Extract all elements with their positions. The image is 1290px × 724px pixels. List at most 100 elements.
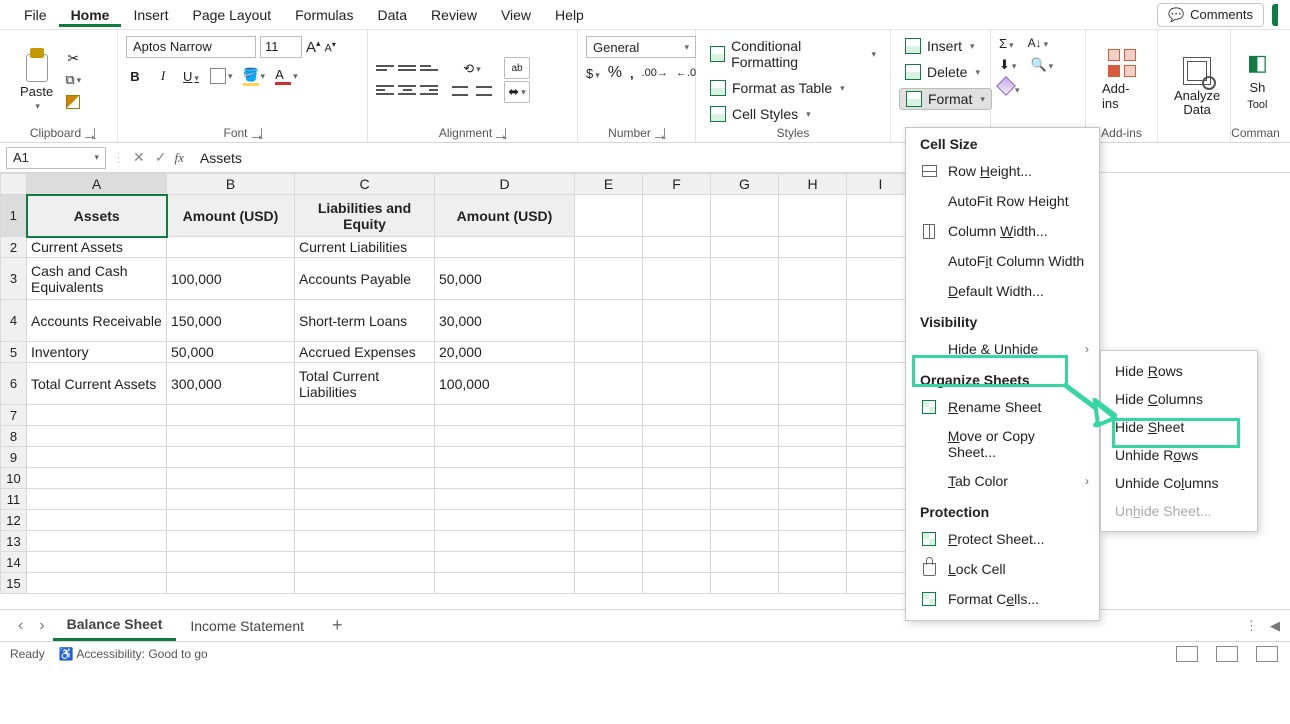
italic-button[interactable]: I: [154, 68, 172, 84]
row-header[interactable]: 14: [1, 552, 27, 573]
row-header[interactable]: 15: [1, 573, 27, 594]
menu-autofit-col[interactable]: AutoFit Column Width: [906, 246, 1099, 276]
cell[interactable]: [643, 531, 711, 552]
cell[interactable]: [779, 405, 847, 426]
copy-button[interactable]: ⧉▾: [63, 70, 83, 90]
cell[interactable]: [27, 552, 167, 573]
cell[interactable]: Total Current Assets: [27, 363, 167, 405]
menu-autofit-row[interactable]: AutoFit Row Height: [906, 186, 1099, 216]
cell[interactable]: [643, 552, 711, 573]
cell[interactable]: [711, 468, 779, 489]
cell[interactable]: Total Current Liabilities: [295, 363, 435, 405]
menu-lock-cell[interactable]: Lock Cell: [906, 554, 1099, 584]
row-header[interactable]: 4: [1, 300, 27, 342]
row-header[interactable]: 8: [1, 426, 27, 447]
submenu-unhide-rows[interactable]: Unhide Rows: [1101, 441, 1271, 469]
submenu-hide-sheet[interactable]: Hide Sheet: [1101, 413, 1271, 441]
cell[interactable]: [711, 447, 779, 468]
menu-page-layout[interactable]: Page Layout: [180, 3, 283, 27]
share-strip[interactable]: [1272, 4, 1278, 26]
autosum-button[interactable]: Σ▾: [999, 36, 1014, 51]
cell[interactable]: 50,000: [435, 258, 575, 300]
menu-format-cells[interactable]: Format Cells...: [906, 584, 1099, 614]
col-header-D[interactable]: D: [435, 174, 575, 195]
cell[interactable]: [435, 573, 575, 594]
cancel-formula-button[interactable]: ✕: [131, 149, 147, 166]
cell[interactable]: [167, 552, 295, 573]
cell[interactable]: Inventory: [27, 342, 167, 363]
font-color-button[interactable]: A▾: [275, 66, 298, 86]
col-header-E[interactable]: E: [575, 174, 643, 195]
wrap-text-button[interactable]: ab: [504, 57, 530, 79]
cell[interactable]: Cash and Cash Equivalents: [27, 258, 167, 300]
row-header[interactable]: 7: [1, 405, 27, 426]
border-button[interactable]: ▾: [210, 66, 233, 86]
cell[interactable]: Current Liabilities: [295, 237, 435, 258]
row-header[interactable]: 11: [1, 489, 27, 510]
sort-filter-button[interactable]: A↓▾: [1028, 36, 1049, 51]
dialog-launcher-icon[interactable]: [655, 128, 665, 138]
cell[interactable]: [575, 447, 643, 468]
row-header[interactable]: 9: [1, 447, 27, 468]
cell[interactable]: [295, 573, 435, 594]
cell[interactable]: [167, 426, 295, 447]
fill-color-button[interactable]: 🪣▾: [243, 66, 266, 86]
sheet-tab-income[interactable]: Income Statement: [176, 612, 318, 640]
cell[interactable]: [711, 405, 779, 426]
cell[interactable]: [27, 405, 167, 426]
menu-row-height[interactable]: Row Height...: [906, 156, 1099, 186]
tab-options-button[interactable]: ⋮: [1245, 618, 1270, 634]
cell[interactable]: 100,000: [435, 363, 575, 405]
col-header-B[interactable]: B: [167, 174, 295, 195]
view-page-layout-button[interactable]: [1216, 646, 1238, 662]
cell[interactable]: [27, 489, 167, 510]
row-header[interactable]: 12: [1, 510, 27, 531]
cell[interactable]: [295, 552, 435, 573]
underline-button[interactable]: U▾: [182, 69, 200, 84]
grow-font-button[interactable]: A▴: [306, 38, 321, 56]
cell[interactable]: Amount (USD): [435, 195, 575, 237]
cell[interactable]: Accounts Payable: [295, 258, 435, 300]
row-header[interactable]: 6: [1, 363, 27, 405]
cell[interactable]: [643, 447, 711, 468]
row-header[interactable]: 1: [1, 195, 27, 237]
cell[interactable]: [27, 447, 167, 468]
col-header-C[interactable]: C: [295, 174, 435, 195]
menu-move-copy[interactable]: Move or Copy Sheet...: [906, 422, 1099, 466]
cell[interactable]: [435, 237, 575, 258]
cell[interactable]: [27, 468, 167, 489]
cell[interactable]: 100,000: [167, 258, 295, 300]
decrease-indent-button[interactable]: [450, 81, 470, 101]
cell[interactable]: [643, 573, 711, 594]
increase-decimal-button[interactable]: .00→: [642, 67, 668, 79]
cell[interactable]: [167, 531, 295, 552]
font-size-select[interactable]: 11: [260, 36, 302, 58]
cell[interactable]: [643, 510, 711, 531]
analyze-data-button[interactable]: Analyze Data: [1166, 57, 1228, 118]
cell[interactable]: [643, 426, 711, 447]
align-bottom-button[interactable]: [420, 59, 438, 77]
cell[interactable]: [779, 552, 847, 573]
menu-home[interactable]: Home: [59, 3, 122, 27]
comma-button[interactable]: ,: [630, 66, 634, 81]
menu-default-width[interactable]: Default Width...: [906, 276, 1099, 306]
cell[interactable]: [711, 510, 779, 531]
row-header[interactable]: 2: [1, 237, 27, 258]
cell[interactable]: [643, 489, 711, 510]
name-box[interactable]: A1▾: [6, 147, 106, 169]
cell[interactable]: [295, 510, 435, 531]
fill-button[interactable]: ⬇▾: [999, 57, 1016, 73]
menu-file[interactable]: File: [12, 3, 59, 27]
comments-button[interactable]: 💬 Comments: [1157, 3, 1264, 27]
cell[interactable]: [779, 489, 847, 510]
select-all-corner[interactable]: [1, 174, 27, 195]
cell[interactable]: Amount (USD): [167, 195, 295, 237]
align-middle-button[interactable]: [398, 59, 416, 77]
cell[interactable]: [295, 489, 435, 510]
cell[interactable]: [435, 426, 575, 447]
cell[interactable]: [167, 573, 295, 594]
sheet-tab-balance[interactable]: Balance Sheet: [53, 610, 177, 641]
menu-formulas[interactable]: Formulas: [283, 3, 365, 27]
menu-view[interactable]: View: [489, 3, 543, 27]
row-header[interactable]: 5: [1, 342, 27, 363]
